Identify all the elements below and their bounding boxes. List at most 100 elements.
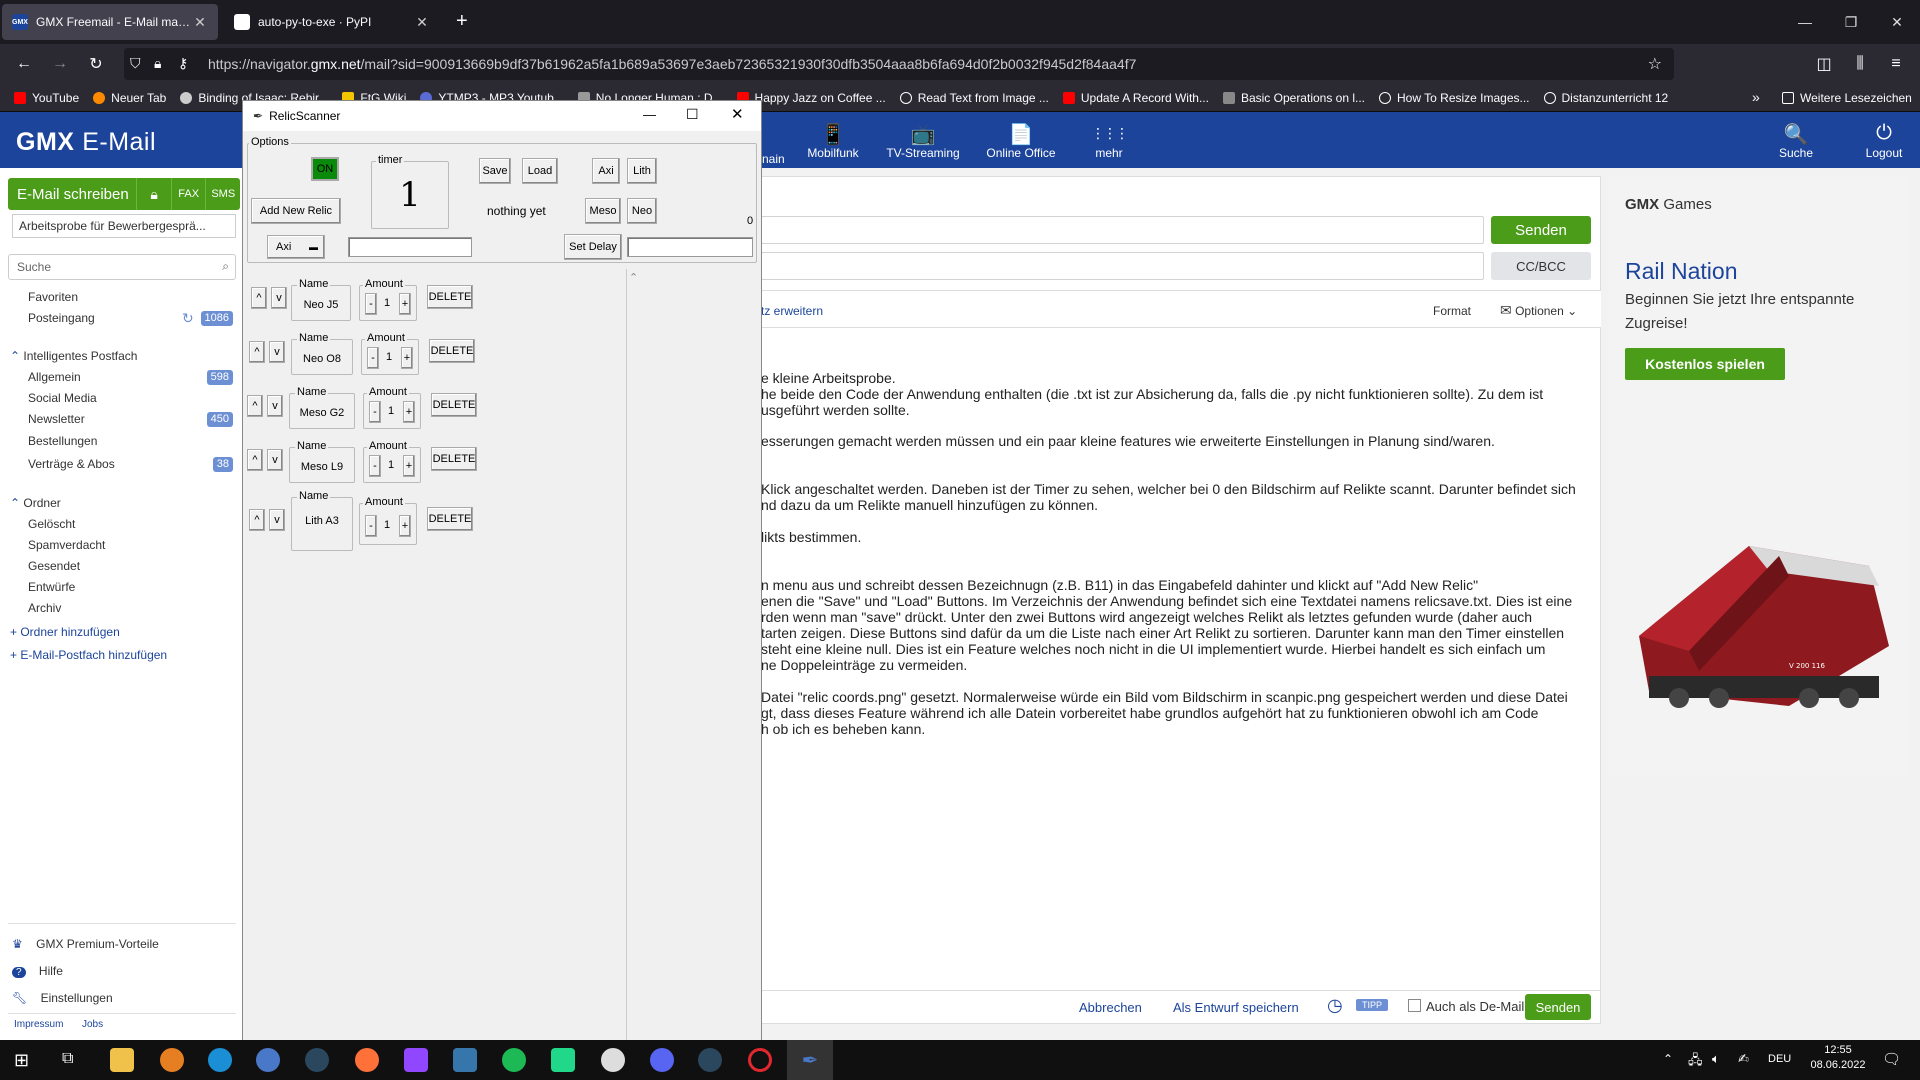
close-window-icon[interactable]: ✕ <box>1874 0 1920 44</box>
bookmark-star-icon[interactable]: ☆ <box>1648 54 1662 74</box>
python-icon[interactable] <box>453 1048 477 1072</box>
minimize-icon[interactable]: — <box>643 107 656 122</box>
decrement-button[interactable]: - <box>365 293 377 315</box>
folder-geloescht[interactable]: Gelöscht <box>28 517 75 531</box>
nav-online-office[interactable]: 📄 Online Office <box>976 122 1066 160</box>
decrement-button[interactable]: - <box>365 515 377 537</box>
bookmark-youtube[interactable]: YouTube <box>14 91 79 105</box>
cancel-link[interactable]: Abbrechen <box>1079 1000 1142 1015</box>
relicscanner-task-icon[interactable]: ✒ <box>787 1040 833 1080</box>
nav-mobilfunk[interactable]: 📱 Mobilfunk <box>788 122 878 160</box>
folder-bestellungen[interactable]: Bestellungen <box>28 434 97 448</box>
restore-icon[interactable]: ❐ <box>1828 0 1874 44</box>
app-icon[interactable] <box>601 1048 625 1072</box>
twitch-icon[interactable] <box>404 1048 428 1072</box>
move-up-button[interactable]: ^ <box>249 509 265 531</box>
folder-allgemein[interactable]: Allgemein <box>28 370 81 384</box>
demail-checkbox[interactable] <box>1408 999 1421 1012</box>
close-tab-icon[interactable]: ✕ <box>414 14 430 31</box>
move-down-button[interactable]: v <box>269 509 285 531</box>
delete-button[interactable]: DELETE <box>429 339 475 363</box>
app-icon[interactable] <box>256 1048 280 1072</box>
new-tab-icon[interactable]: + <box>456 10 468 33</box>
decrement-button[interactable]: - <box>369 401 381 423</box>
nav-suche[interactable]: 🔍 Suche <box>1766 122 1826 160</box>
bookmark-basic-operations[interactable]: Basic Operations on l... <box>1222 91 1365 105</box>
fax-button[interactable]: FAX <box>170 178 206 210</box>
discord-icon[interactable] <box>650 1048 674 1072</box>
folder-vertraege[interactable]: Verträge & Abos <box>28 457 115 471</box>
folder-entwuerfe[interactable]: Entwürfe <box>28 580 75 594</box>
load-button[interactable]: Load <box>522 158 558 184</box>
move-up-button[interactable]: ^ <box>247 449 263 471</box>
network-icon[interactable]: 🖧︎ <box>1688 1051 1703 1073</box>
permissions-icon[interactable]: ⚷ <box>178 55 188 72</box>
send-button[interactable]: Senden <box>1491 216 1591 244</box>
tray-chevron-icon[interactable]: ⌃ <box>1663 1052 1673 1066</box>
bookmark-resize-images[interactable]: How To Resize Images... <box>1379 91 1530 105</box>
options-button[interactable]: ✉ Optionen ⌄ <box>1500 302 1577 319</box>
filter-neo-button[interactable]: Neo <box>627 198 657 224</box>
move-up-button[interactable]: ^ <box>249 341 265 363</box>
decrement-button[interactable]: - <box>369 455 381 477</box>
increment-button[interactable]: + <box>399 293 411 315</box>
delete-button[interactable]: DELETE <box>427 285 473 309</box>
shield-icon[interactable]: ⛉ <box>130 55 141 72</box>
file-explorer-icon[interactable] <box>110 1048 134 1072</box>
help-link[interactable]: ? Hilfe <box>12 964 63 978</box>
spotify-icon[interactable] <box>502 1048 526 1072</box>
write-email-button[interactable]: E-Mail schreiben 🔒︎ FAX SMS <box>8 178 240 210</box>
increment-button[interactable]: + <box>403 401 415 423</box>
delete-button[interactable]: DELETE <box>431 393 477 417</box>
library-icon[interactable]: ⫼ <box>1848 52 1872 76</box>
address-bar[interactable]: ⛉ 🔒︎ ⚷ https://navigator. gmx.net/mail?si… <box>124 48 1674 80</box>
windows-start-icon[interactable]: ⊞ <box>14 1050 29 1071</box>
pocket-icon[interactable]: ◫ <box>1812 52 1836 76</box>
save-button[interactable]: Save <box>479 158 511 184</box>
sms-button[interactable]: SMS <box>205 178 240 210</box>
forward-icon[interactable]: → <box>48 52 72 76</box>
decrement-button[interactable]: - <box>367 347 379 369</box>
move-up-button[interactable]: ^ <box>251 287 267 309</box>
schedule-clock-icon[interactable]: ◷ <box>1327 995 1343 1016</box>
firefox-icon[interactable] <box>355 1048 379 1072</box>
move-down-button[interactable]: v <box>271 287 287 309</box>
move-down-button[interactable]: v <box>267 395 283 417</box>
relic-name-input[interactable] <box>348 237 472 257</box>
folder-archiv[interactable]: Archiv <box>28 601 61 615</box>
add-mailbox-link[interactable]: + E-Mail-Postfach hinzufügen <box>10 648 167 662</box>
set-delay-button[interactable]: Set Delay <box>564 234 622 260</box>
search-icon[interactable]: ⌕ <box>222 259 229 274</box>
group-intelligentes-postfach[interactable]: ⌃ Intelligentes Postfach <box>10 349 137 363</box>
back-icon[interactable]: ← <box>12 52 36 76</box>
to-field[interactable] <box>761 216 1484 244</box>
cc-bcc-button[interactable]: CC/BCC <box>1491 252 1591 280</box>
jobs-link[interactable]: Jobs <box>82 1019 103 1030</box>
nav-tv-streaming[interactable]: 📺 TV-Streaming <box>878 122 968 160</box>
add-folder-link[interactable]: + Ordner hinzufügen <box>10 625 120 639</box>
move-down-button[interactable]: v <box>269 341 285 363</box>
increment-button[interactable]: + <box>399 515 411 537</box>
folder-spamverdacht[interactable]: Spamverdacht <box>28 538 105 552</box>
impressum-link[interactable]: Impressum <box>14 1019 63 1030</box>
increment-button[interactable]: + <box>403 455 415 477</box>
delete-button[interactable]: DELETE <box>427 507 473 531</box>
maximize-icon[interactable]: ☐ <box>686 106 699 123</box>
nav-mehr[interactable]: ⋮⋮⋮ mehr <box>1064 122 1154 160</box>
task-view-icon[interactable]: ⧉ <box>62 1050 73 1068</box>
delete-button[interactable]: DELETE <box>431 447 477 471</box>
steam-icon[interactable] <box>698 1048 722 1072</box>
delay-input[interactable] <box>627 237 753 257</box>
opera-icon[interactable] <box>748 1048 772 1072</box>
on-toggle[interactable]: ON <box>311 157 339 181</box>
move-up-button[interactable]: ^ <box>247 395 263 417</box>
bookmark-update-record[interactable]: Update A Record With... <box>1062 91 1209 105</box>
save-draft-link[interactable]: Als Entwurf speichern <box>1173 1000 1299 1015</box>
filter-lith-button[interactable]: Lith <box>627 158 657 184</box>
bookmark-read-text[interactable]: Read Text from Image ... <box>899 91 1049 105</box>
folder-social-media[interactable]: Social Media <box>28 391 97 405</box>
ad-cta-button[interactable]: Kostenlos spielen <box>1625 348 1785 380</box>
draft-subject[interactable]: Arbeitsprobe für Bewerbergesprä... <box>12 214 236 238</box>
lock-icon[interactable]: 🔒︎ <box>136 178 171 210</box>
close-icon[interactable]: ✕ <box>731 105 744 123</box>
